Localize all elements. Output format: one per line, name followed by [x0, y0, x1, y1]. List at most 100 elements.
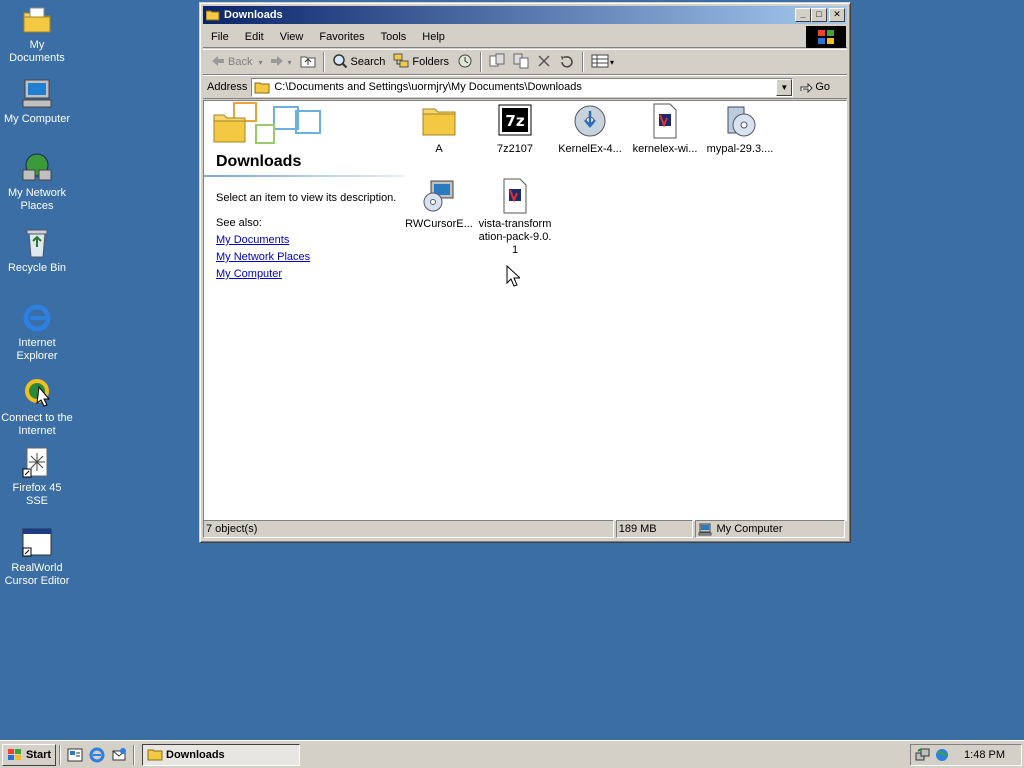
see-also-label: See also:: [216, 217, 262, 229]
taskbar-button-label: Downloads: [166, 748, 225, 761]
file-name: vista-transformation-pack-9.0.1: [478, 218, 552, 256]
desktop-icon-label: Firefox 45 SSE: [12, 482, 62, 507]
recycle-bin-icon: [21, 227, 53, 259]
my-documents-icon: [21, 4, 53, 36]
taskbar: Start Downloads 1:48 PM: [0, 740, 1024, 768]
search-icon: [332, 53, 348, 72]
toolbar-separator: [582, 52, 585, 72]
history-icon: [457, 53, 473, 72]
status-zone: My Computer: [695, 520, 845, 538]
up-folder-button[interactable]: [296, 51, 320, 73]
desktop-icon-firefox[interactable]: Firefox 45 SSE: [0, 447, 74, 508]
file-item[interactable]: vista-transformation-pack-9.0.1: [477, 178, 553, 257]
sidebar-description: Select an item to view its description.: [216, 192, 397, 204]
folder-icon: [254, 81, 270, 94]
file-item[interactable]: kernelex-wi...: [627, 103, 703, 156]
status-size-text: 189 MB: [618, 523, 657, 535]
cursor-editor-icon: [21, 527, 53, 559]
desktop-icon-my-documents[interactable]: My Documents: [0, 4, 74, 65]
chevron-down-icon: ▾: [258, 57, 263, 67]
go-label: Go: [815, 81, 831, 93]
address-input[interactable]: C:\Documents and Settings\uormjry\My Doc…: [251, 77, 794, 97]
menu-edit[interactable]: Edit: [237, 31, 272, 43]
desktop-icon-label: My Documents: [9, 39, 65, 64]
file-name: kernelex-wi...: [632, 143, 698, 155]
file-item[interactable]: RWCursorE...: [401, 178, 477, 231]
my-computer-icon: [698, 523, 712, 536]
history-button[interactable]: [453, 51, 477, 73]
svg-text:7z: 7z: [505, 112, 524, 130]
link-my-computer[interactable]: My Computer: [216, 268, 282, 280]
menu-file[interactable]: File: [203, 31, 237, 43]
status-zone-text: My Computer: [716, 523, 783, 535]
go-button[interactable]: Go: [799, 81, 830, 93]
web-view-sidebar: Downloads Select an item to view its des…: [204, 101, 404, 520]
show-desktop-icon[interactable]: [66, 746, 84, 764]
file-item[interactable]: KernelEx-4...: [552, 103, 628, 156]
sidebar-title: Downloads: [216, 153, 302, 170]
menu-view[interactable]: View: [272, 31, 312, 43]
globe-icon[interactable]: [934, 747, 950, 763]
menu-tools[interactable]: Tools: [373, 31, 415, 43]
search-button[interactable]: Search: [328, 51, 390, 73]
folder-icon: [147, 748, 163, 761]
desktop-icon-my-computer[interactable]: My Computer: [0, 78, 74, 126]
menu-help[interactable]: Help: [414, 31, 453, 43]
undo-icon: [559, 54, 575, 71]
folder-banner-icon: [204, 101, 324, 154]
copy-to-button[interactable]: [509, 51, 533, 73]
search-label: Search: [350, 56, 386, 68]
address-value: C:\Documents and Settings\uormjry\My Doc…: [274, 81, 582, 93]
desktop-icon-cursor-editor[interactable]: RealWorld Cursor Editor: [0, 527, 74, 588]
toolbar: Back ▾ ▾ Search Folders ▾: [203, 49, 847, 75]
chevron-down-icon: ▾: [610, 57, 615, 67]
file-item[interactable]: A: [401, 103, 477, 156]
folder-view[interactable]: Downloads Select an item to view its des…: [203, 100, 847, 521]
desktop-icon-connect-internet[interactable]: Connect to the Internet: [0, 377, 74, 438]
mouse-cursor-icon: [506, 264, 522, 290]
outlook-express-icon[interactable]: [110, 746, 128, 764]
close-button[interactable]: ✕: [829, 8, 845, 22]
desktop-icon-recycle-bin[interactable]: Recycle Bin: [0, 227, 74, 275]
desktop-icon-internet-explorer[interactable]: Internet Explorer: [0, 302, 74, 363]
address-label: Address: [207, 81, 248, 93]
views-icon: [591, 54, 609, 71]
forward-button[interactable]: ▾: [266, 51, 295, 73]
move-to-button[interactable]: [485, 51, 509, 73]
clock[interactable]: 1:48 PM: [964, 749, 1005, 761]
file-item[interactable]: 7z 7z2107: [477, 103, 553, 156]
file-item[interactable]: mypal-29.3....: [702, 103, 778, 156]
taskbar-separator: [133, 744, 135, 765]
start-button[interactable]: Start: [2, 743, 56, 766]
folders-button[interactable]: Folders: [389, 51, 453, 73]
link-my-network-places[interactable]: My Network Places: [216, 251, 310, 263]
address-bar: Address C:\Documents and Settings\uormjr…: [203, 75, 847, 99]
title-bar[interactable]: Downloads _ □ ✕: [203, 6, 847, 24]
desktop-icon-label: Internet Explorer: [16, 337, 58, 362]
desktop-icon-label: My Network Places: [7, 187, 67, 212]
chevron-down-icon: ▾: [287, 57, 292, 67]
menu-bar: File Edit View Favorites Tools Help: [203, 26, 847, 48]
folder-icon: [205, 9, 220, 21]
maximize-button[interactable]: □: [811, 8, 827, 22]
file-name: mypal-29.3....: [706, 143, 774, 155]
explorer-window[interactable]: Downloads _ □ ✕ File Edit View Favorites…: [199, 2, 851, 543]
internet-explorer-icon[interactable]: [88, 746, 106, 764]
back-button[interactable]: Back ▾: [207, 51, 266, 73]
back-label: Back: [228, 56, 253, 68]
network-status-icon[interactable]: [915, 747, 931, 763]
desktop-icon-network-places[interactable]: My Network Places: [0, 152, 74, 213]
menu-favorites[interactable]: Favorites: [311, 31, 372, 43]
undo-button[interactable]: [555, 51, 579, 73]
delete-button[interactable]: [533, 51, 555, 73]
start-label: Start: [25, 748, 52, 761]
status-objects-text: 7 object(s): [206, 523, 258, 535]
folders-icon: [393, 53, 409, 72]
desktop-icon-label: RealWorld Cursor Editor: [4, 562, 70, 587]
link-my-documents[interactable]: My Documents: [216, 234, 289, 246]
toolbar-separator: [480, 52, 483, 72]
address-dropdown-button[interactable]: ▼: [776, 78, 793, 96]
taskbar-button-downloads[interactable]: Downloads: [142, 743, 300, 766]
minimize-button[interactable]: _: [795, 8, 811, 22]
views-button[interactable]: ▾: [587, 51, 618, 73]
